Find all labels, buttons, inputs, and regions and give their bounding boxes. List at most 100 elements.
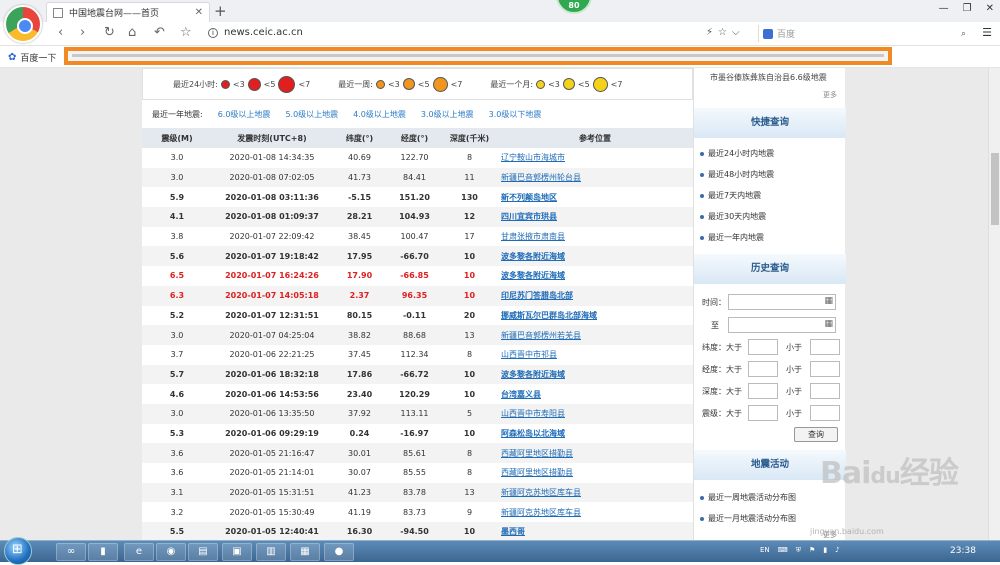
new-tab-button[interactable]: + <box>214 2 227 20</box>
end-date-input[interactable] <box>728 317 836 333</box>
close-icon[interactable]: ✕ <box>986 3 994 14</box>
start-date-input[interactable] <box>728 294 836 310</box>
legend-month: 最近一个月: <3 <5 <7 <box>490 76 622 92</box>
lon-max-input[interactable] <box>810 361 840 377</box>
filter-link-3[interactable]: 3.0级以上地震 <box>421 109 474 120</box>
bookmark-star-icon[interactable]: ☆ <box>718 27 727 38</box>
search-input[interactable]: 百度 ⌕ <box>758 25 972 42</box>
cell-location[interactable]: 新不列颠岛地区 <box>497 187 693 207</box>
cell-time: 2020-01-07 19:18:42 <box>212 246 332 267</box>
taskbar-app-docs[interactable]: ▥ <box>256 543 286 561</box>
filter-lead: 最近一年地震: <box>152 109 203 119</box>
quick-link-24h[interactable]: 最近24小时内地震 <box>700 148 774 159</box>
volume-icon[interactable]: ♪ <box>835 546 839 555</box>
cell-location[interactable]: 台湾嘉义县 <box>497 384 693 404</box>
cell-location[interactable]: 阿森松岛以北海域 <box>497 424 693 444</box>
depth-min-input[interactable] <box>748 383 778 399</box>
cell-location[interactable]: 西藏阿里地区措勤县 <box>497 463 693 483</box>
back-icon[interactable]: ‹ <box>58 25 63 40</box>
taskbar-app-folder[interactable]: ▤ <box>188 543 218 561</box>
scrollbar-thumb[interactable] <box>991 153 999 225</box>
url-field[interactable]: i news.ceic.ac.cn <box>208 27 303 38</box>
menu-icon[interactable]: ☰ <box>982 26 992 39</box>
news-item[interactable]: 市墨谷傣族彝族自治县6.6级地震 <box>710 72 827 83</box>
activity-link-label: 最近一月地震活动分布图 <box>708 514 796 523</box>
activity-link-month[interactable]: 最近一月地震活动分布图 <box>700 513 796 524</box>
star-icon[interactable]: ☆ <box>180 25 192 40</box>
keyboard-icon[interactable]: ⌨ <box>778 546 788 555</box>
quick-link-1y[interactable]: 最近一年内地震 <box>700 232 764 243</box>
lon-min-input[interactable] <box>748 361 778 377</box>
chevron-down-icon[interactable]: ⌵ <box>732 27 740 38</box>
forward-icon[interactable]: › <box>80 25 85 40</box>
minimize-icon[interactable]: — <box>939 3 949 14</box>
cell-location[interactable]: 新疆巴音郭楞州若羌县 <box>497 325 693 345</box>
table-row: 3.2 2020-01-05 15:30:49 41.19 83.73 9 新疆阿克苏地区… <box>142 502 693 522</box>
taskbar-app-tool[interactable]: ▮ <box>88 543 118 561</box>
taskbar-app-ie[interactable]: e <box>124 543 154 561</box>
flag-icon[interactable]: ⚑ <box>809 546 815 555</box>
cell-location[interactable]: 山西晋中市祁县 <box>497 345 693 365</box>
cell-location[interactable]: 新疆阿克苏地区库车县 <box>497 502 693 522</box>
cell-magnitude: 3.6 <box>170 468 184 478</box>
filter-link-below3[interactable]: 3.0级以下地震 <box>489 109 542 120</box>
cell-latitude: 2.37 <box>332 285 387 306</box>
taskbar-app-browser[interactable]: ◉ <box>156 543 186 561</box>
quick-link-48h[interactable]: 最近48小时内地震 <box>700 169 774 180</box>
address-bar: ‹ › ↻ ⌂ ↶ ☆ i news.ceic.ac.cn ⚡ ☆ ⌵ 百度 ⌕… <box>0 22 1000 46</box>
bullet-icon <box>700 151 704 156</box>
home-icon[interactable]: ⌂ <box>128 25 136 40</box>
cell-magnitude: 5.9 <box>169 192 185 202</box>
cell-location[interactable]: 墨西哥 <box>497 522 693 540</box>
taskbar-app-record[interactable]: ● <box>324 543 354 561</box>
taskbar-app-media[interactable]: ∞ <box>56 543 86 561</box>
quick-link-label: 最近30天内地震 <box>708 212 767 221</box>
table-row: 5.9 2020-01-08 03:11:36 -5.15 151.20 130 新不列颠… <box>142 187 693 207</box>
bookmark-baidu[interactable]: ✿ 百度一下 <box>8 51 56 64</box>
page-scrollbar[interactable] <box>988 68 1000 540</box>
cell-location[interactable]: 山西晋中市寿阳县 <box>497 403 693 424</box>
table-row: 5.6 2020-01-07 19:18:42 17.95 -66.70 10 波多黎各附… <box>142 246 693 267</box>
activity-link-week[interactable]: 最近一周地震活动分布图 <box>700 492 796 503</box>
search-icon[interactable]: ⌕ <box>961 29 966 39</box>
lang-indicator[interactable]: EN <box>760 546 770 555</box>
cell-location[interactable]: 新疆阿克苏地区库车县 <box>497 482 693 503</box>
cell-location[interactable]: 波多黎各附近海域 <box>497 364 693 385</box>
tab-close-icon[interactable]: ✕ <box>195 7 203 18</box>
query-button[interactable]: 查询 <box>794 427 838 442</box>
refresh-icon[interactable]: ↻ <box>104 25 115 40</box>
start-button[interactable] <box>4 537 32 565</box>
filter-link-4[interactable]: 4.0级以上地震 <box>353 109 406 120</box>
maximize-icon[interactable]: ❐ <box>963 3 972 14</box>
mag-max-input[interactable] <box>810 405 840 421</box>
filter-link-5[interactable]: 5.0级以上地震 <box>285 109 338 120</box>
more-link[interactable]: 更多 <box>823 90 837 100</box>
security-icon[interactable]: ⛨ <box>796 546 801 555</box>
undo-icon[interactable]: ↶ <box>154 25 165 40</box>
cell-location[interactable]: 西藏阿里地区措勤县 <box>497 443 693 463</box>
lightning-icon[interactable]: ⚡ <box>706 27 713 38</box>
score-badge[interactable]: 80 <box>556 0 592 14</box>
quick-link-30d[interactable]: 最近30天内地震 <box>700 211 766 222</box>
lat-min-input[interactable] <box>748 339 778 355</box>
clock[interactable]: 23:38 <box>950 546 976 556</box>
cell-location[interactable]: 辽宁鞍山市海城市 <box>497 148 693 168</box>
taskbar-app-pdf[interactable]: ▣ <box>222 543 252 561</box>
cell-location[interactable]: 波多黎各附近海域 <box>497 246 693 267</box>
network-icon[interactable]: ▮ <box>823 546 827 555</box>
cell-location[interactable]: 挪威斯瓦尔巴群岛北部海域 <box>497 306 693 326</box>
lat-max-input[interactable] <box>810 339 840 355</box>
legend-week: 最近一周: <3 <5 <7 <box>338 76 462 92</box>
tab-home[interactable]: 中国地震台网——首页 ✕ <box>46 2 210 22</box>
taskbar-app-image[interactable]: ▦ <box>290 543 320 561</box>
filter-link-6[interactable]: 6.0级以上地震 <box>218 109 271 120</box>
depth-max-input[interactable] <box>810 383 840 399</box>
cell-location[interactable]: 甘肃张掖市肃南县 <box>497 227 693 247</box>
browser-logo-icon[interactable] <box>4 5 42 43</box>
cell-location[interactable]: 波多黎各附近海域 <box>497 266 693 286</box>
cell-location[interactable]: 四川宜宾市珙县 <box>497 207 693 227</box>
quick-link-7d[interactable]: 最近7天内地震 <box>700 190 761 201</box>
mag-min-input[interactable] <box>748 405 778 421</box>
cell-location[interactable]: 印尼苏门答腊岛北部 <box>497 285 693 306</box>
cell-location[interactable]: 新疆巴音郭楞州轮台县 <box>497 167 693 188</box>
